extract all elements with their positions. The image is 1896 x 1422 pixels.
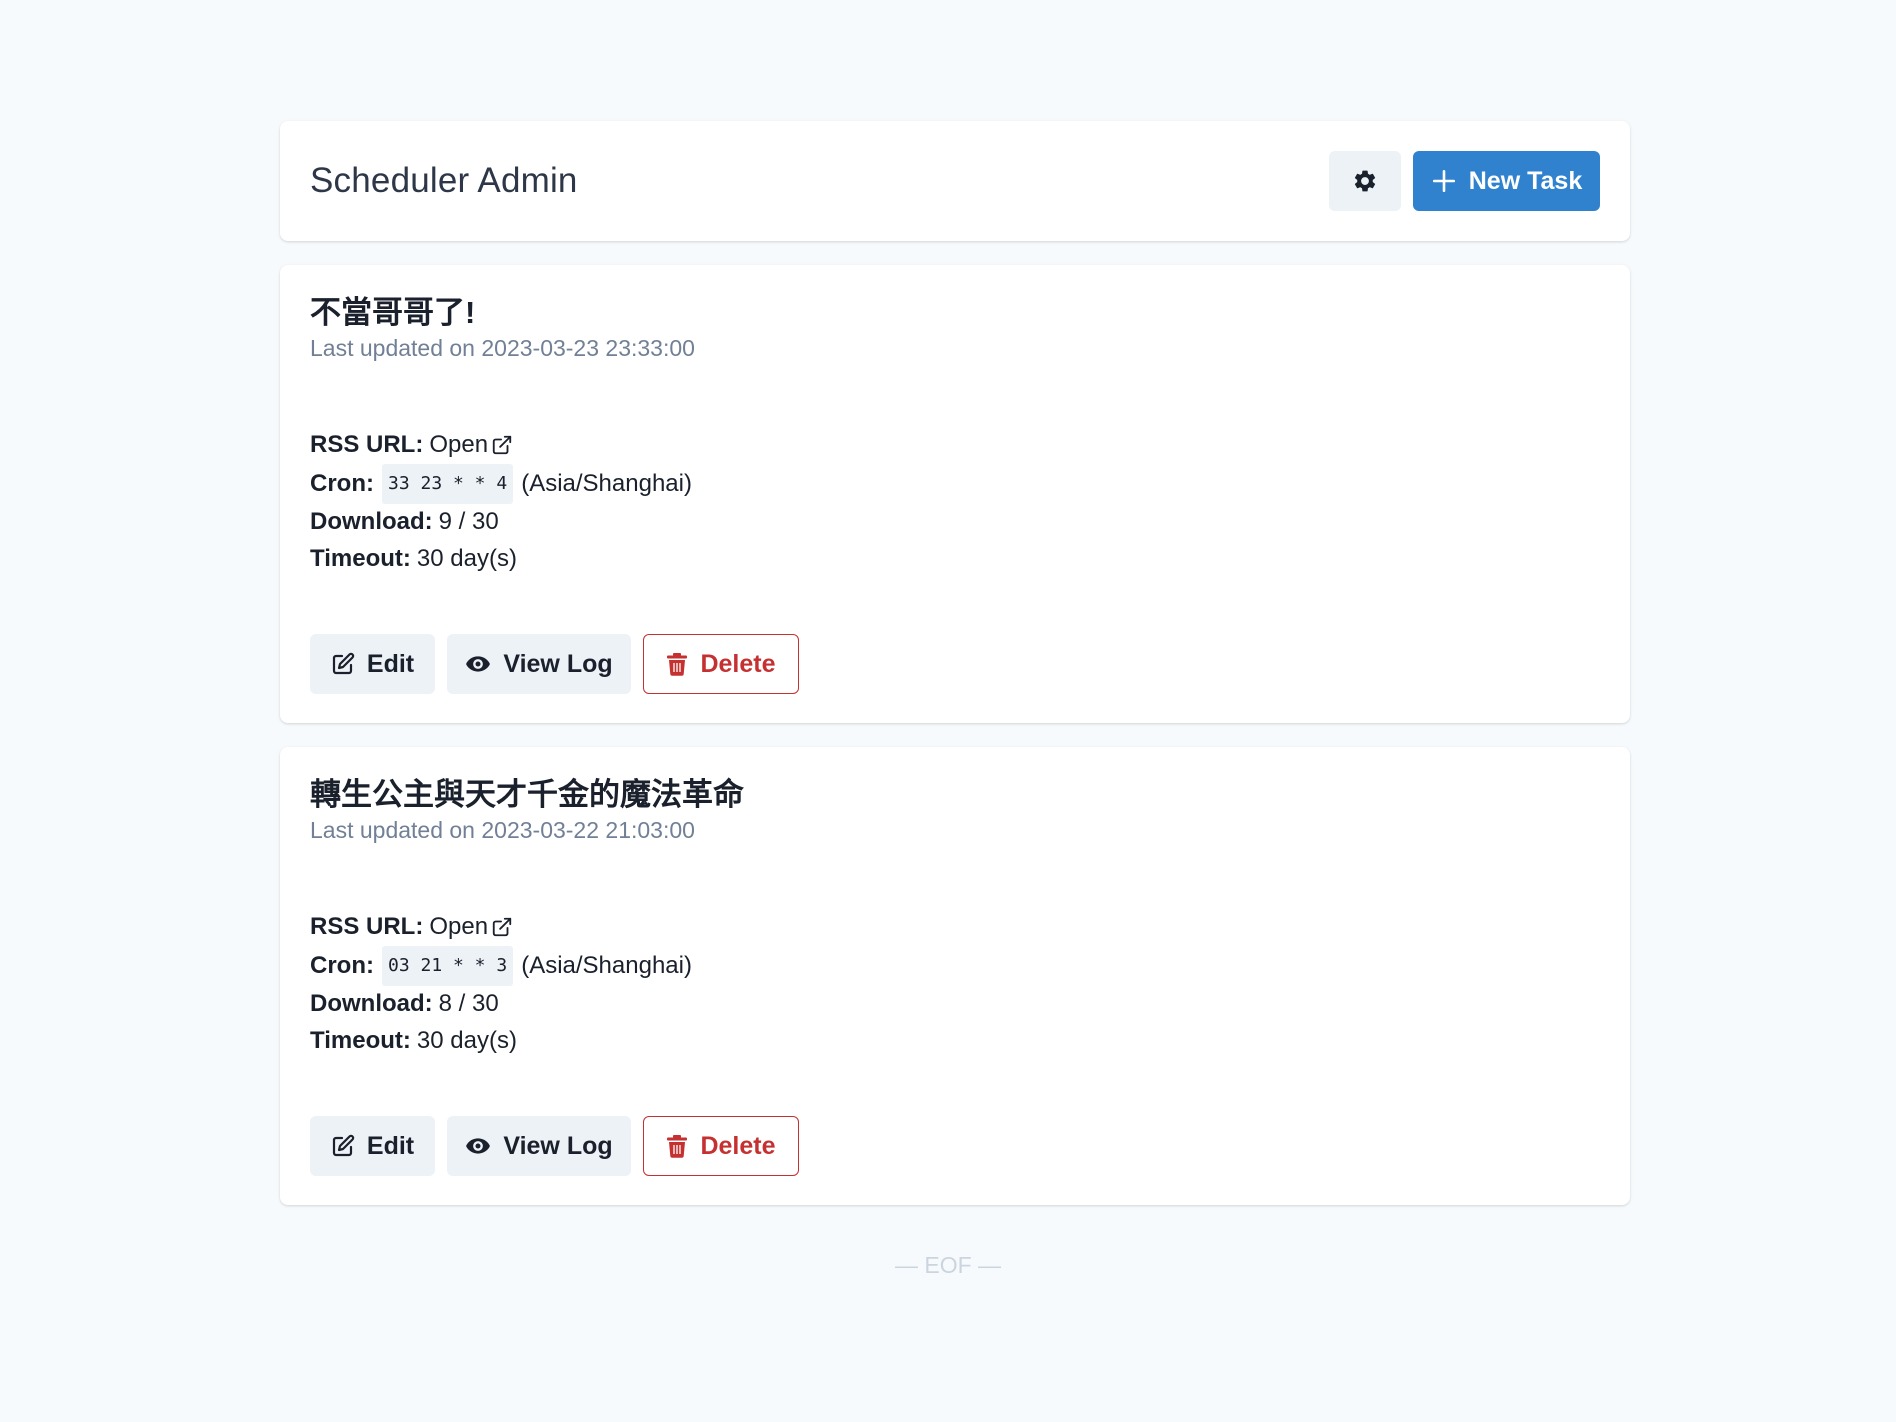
rss-open-link[interactable]: Open bbox=[429, 427, 513, 464]
task-updated: Last updated on 2023-03-22 21:03:00 bbox=[310, 817, 695, 843]
rss-url-row: RSS URL: Open bbox=[310, 909, 1600, 946]
edit-icon bbox=[331, 652, 355, 676]
task-card: 不當哥哥了! Last updated on 2023-03-23 23:33:… bbox=[280, 265, 1630, 723]
rss-url-label: RSS URL: bbox=[310, 913, 424, 940]
delete-label: Delete bbox=[700, 1131, 776, 1160]
timeout-label: Timeout: bbox=[310, 1026, 411, 1054]
rss-open-label: Open bbox=[429, 431, 489, 458]
header-actions: New Task bbox=[1329, 151, 1600, 211]
cron-timezone: (Asia/Shanghai) bbox=[521, 951, 692, 979]
view-log-button[interactable]: View Log bbox=[447, 634, 631, 694]
app-title: Scheduler Admin bbox=[310, 161, 578, 200]
settings-button[interactable] bbox=[1329, 151, 1401, 211]
eye-icon bbox=[465, 1133, 491, 1159]
download-label: Download: bbox=[310, 990, 433, 1017]
rss-url-label: RSS URL: bbox=[310, 431, 424, 458]
new-task-label: New Task bbox=[1468, 166, 1583, 195]
plus-icon bbox=[1431, 168, 1457, 194]
timeout-row: Timeout: 30 day(s) bbox=[310, 1023, 1600, 1060]
eye-icon bbox=[465, 651, 491, 677]
task-updated: Last updated on 2023-03-23 23:33:00 bbox=[310, 335, 695, 361]
trash-icon bbox=[666, 1134, 688, 1158]
delete-label: Delete bbox=[700, 649, 776, 678]
cron-label: Cron: bbox=[310, 469, 374, 497]
new-task-button[interactable]: New Task bbox=[1413, 151, 1600, 211]
gear-icon bbox=[1352, 168, 1378, 194]
timeout-label: Timeout: bbox=[310, 544, 411, 572]
edit-icon bbox=[331, 1134, 355, 1158]
rss-open-label: Open bbox=[429, 913, 489, 940]
download-row: Download: 9 / 30 bbox=[310, 504, 1600, 541]
edit-button[interactable]: Edit bbox=[310, 1116, 435, 1176]
cron-label: Cron: bbox=[310, 951, 374, 979]
download-value: 8 / 30 bbox=[438, 990, 499, 1017]
edit-button[interactable]: Edit bbox=[310, 634, 435, 694]
task-actions: Edit View Log Delete bbox=[310, 634, 799, 694]
download-row: Download: 8 / 30 bbox=[310, 986, 1600, 1023]
cron-expression: 03 21 * * 3 bbox=[381, 945, 514, 986]
external-link-icon bbox=[491, 434, 513, 456]
cron-row: Cron: 03 21 * * 3 (Asia/Shanghai) bbox=[310, 945, 1600, 986]
timeout-value: 30 day(s) bbox=[416, 1026, 517, 1054]
delete-button[interactable]: Delete bbox=[643, 1116, 799, 1176]
trash-icon bbox=[666, 652, 688, 676]
task-details: RSS URL: Open Cron: 33 23 * * 4 (Asia/Sh… bbox=[310, 427, 1600, 577]
task-title: 不當哥哥了! bbox=[310, 295, 476, 330]
rss-url-row: RSS URL: Open bbox=[310, 427, 1600, 464]
cron-timezone: (Asia/Shanghai) bbox=[521, 469, 692, 497]
task-actions: Edit View Log Delete bbox=[310, 1116, 799, 1176]
task-details: RSS URL: Open Cron: 03 21 * * 3 (Asia/Sh… bbox=[310, 909, 1600, 1059]
download-value: 9 / 30 bbox=[438, 508, 499, 535]
task-card: 轉生公主與天才千金的魔法革命 Last updated on 2023-03-2… bbox=[280, 747, 1630, 1205]
delete-button[interactable]: Delete bbox=[643, 634, 799, 694]
rss-open-link[interactable]: Open bbox=[429, 909, 513, 946]
view-log-label: View Log bbox=[503, 1131, 613, 1160]
view-log-button[interactable]: View Log bbox=[447, 1116, 631, 1176]
view-log-label: View Log bbox=[503, 649, 613, 678]
task-title: 轉生公主與天才千金的魔法革命 bbox=[310, 777, 744, 812]
cron-expression: 33 23 * * 4 bbox=[381, 463, 514, 504]
external-link-icon bbox=[491, 916, 513, 938]
header-card: Scheduler Admin New Task bbox=[280, 121, 1630, 241]
edit-label: Edit bbox=[366, 1131, 415, 1160]
timeout-value: 30 day(s) bbox=[416, 544, 517, 572]
timeout-row: Timeout: 30 day(s) bbox=[310, 541, 1600, 578]
cron-row: Cron: 33 23 * * 4 (Asia/Shanghai) bbox=[310, 463, 1600, 504]
download-label: Download: bbox=[310, 508, 433, 535]
eof-marker: — EOF — bbox=[894, 1252, 1002, 1278]
main-container: Scheduler Admin New Task 不當哥哥了! Last upd… bbox=[280, 121, 1630, 1205]
edit-label: Edit bbox=[366, 649, 415, 678]
